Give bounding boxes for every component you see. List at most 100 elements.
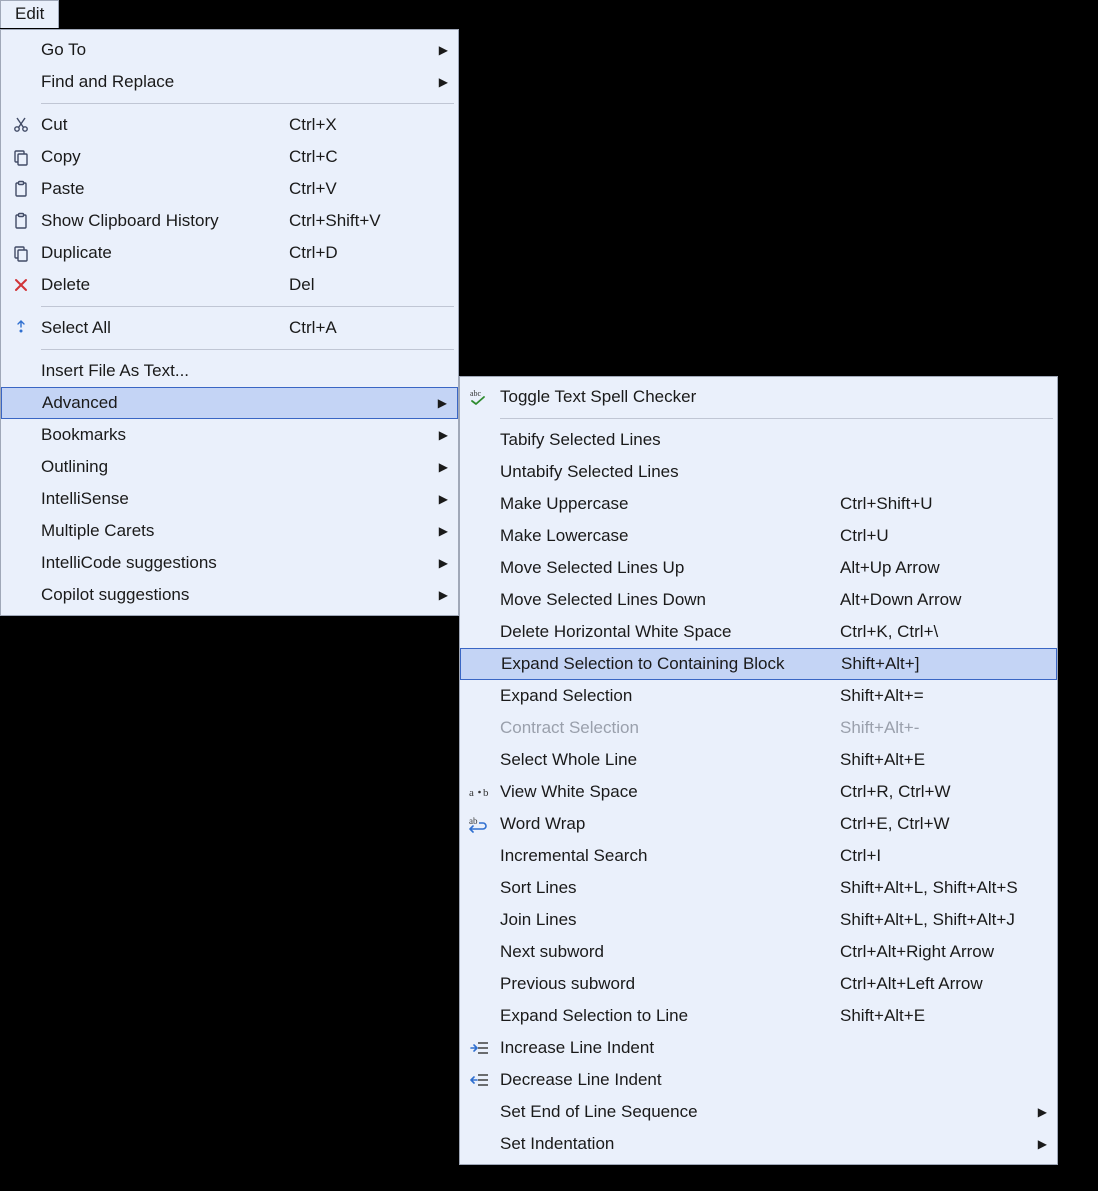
menu-item-label: Advanced [42,393,118,413]
menu-item-label: Expand Selection to Containing Block [501,654,785,674]
menu-item-shortcut: Del [289,275,315,295]
edit-menu-item-find-and-replace[interactable]: Find and Replace ▶ [1,66,458,98]
edit-menu-item-intellisense[interactable]: IntelliSense ▶ [1,483,458,515]
edit-menu-item-intellicode-suggestions[interactable]: IntelliCode suggestions▶ [1,547,458,579]
menu-item-label: Insert File As Text... [41,361,189,381]
advanced-menu-item-expand-selection-to-line[interactable]: Expand Selection to LineShift+Alt+E [460,1000,1057,1032]
menu-item-shortcut: Ctrl+V [289,179,337,199]
wordwrap-icon: ab [460,815,500,833]
clipboard-history-icon [1,212,41,230]
edit-menu-title-label: Edit [15,4,44,23]
menu-item-shortcut: Ctrl+E, Ctrl+W [840,814,950,834]
menu-item-shortcut: Ctrl+Alt+Left Arrow [840,974,983,994]
menu-item-shortcut: Ctrl+D [289,243,338,263]
menu-item-label: Select All [41,318,111,338]
advanced-menu-item-make-lowercase[interactable]: Make Lowercase Ctrl+U [460,520,1057,552]
chevron-right-icon: ▶ [439,460,448,474]
advanced-menu-item-decrease-line-indent[interactable]: Decrease Line Indent [460,1064,1057,1096]
menu-item-label: Go To [41,40,86,60]
advanced-menu-item-delete-horizontal-white-space[interactable]: Delete Horizontal White SpaceCtrl+K, Ctr… [460,616,1057,648]
advanced-menu-item-word-wrap[interactable]: abWord WrapCtrl+E, Ctrl+W [460,808,1057,840]
edit-menu-item-insert-file-as-text[interactable]: Insert File As Text... [1,355,458,387]
menu-item-shortcut: Ctrl+K, Ctrl+\ [840,622,938,642]
chevron-right-icon: ▶ [439,492,448,506]
advanced-menu-item-view-white-space[interactable]: abView White SpaceCtrl+R, Ctrl+W [460,776,1057,808]
menu-item-shortcut: Ctrl+Shift+U [840,494,933,514]
svg-text:a: a [469,787,474,799]
edit-menu-item-copilot-suggestions[interactable]: Copilot suggestions▶ [1,579,458,611]
advanced-menu-item-next-subword[interactable]: Next subwordCtrl+Alt+Right Arrow [460,936,1057,968]
menu-item-label: Make Lowercase [500,526,629,546]
menu-item-label: Cut [41,115,67,135]
advanced-menu-item-toggle-text-spell-checker[interactable]: abcToggle Text Spell Checker [460,381,1057,413]
edit-menu-separator [41,306,454,307]
advanced-menu-item-sort-lines[interactable]: Sort LinesShift+Alt+L, Shift+Alt+S [460,872,1057,904]
chevron-right-icon: ▶ [438,396,447,410]
menu-item-shortcut: Shift+Alt+E [840,1006,925,1026]
advanced-menu-item-move-selected-lines-up[interactable]: Move Selected Lines UpAlt+Up Arrow [460,552,1057,584]
menu-item-label: Join Lines [500,910,577,930]
edit-menu-item-multiple-carets[interactable]: Multiple Carets▶ [1,515,458,547]
chevron-right-icon: ▶ [1038,1105,1047,1119]
delete-icon [1,276,41,294]
advanced-menu-item-set-end-of-line-sequence[interactable]: Set End of Line Sequence ▶ [460,1096,1057,1128]
edit-menu-item-select-all[interactable]: Select All Ctrl+A [1,312,458,344]
edit-menu-item-copy[interactable]: CopyCtrl+C [1,141,458,173]
menu-item-shortcut: Shift+Alt+- [840,718,919,738]
edit-menu-title[interactable]: Edit [0,0,59,28]
menu-item-label: Outlining [41,457,108,477]
menu-item-shortcut: Ctrl+Shift+V [289,211,381,231]
edit-menu-item-cut[interactable]: CutCtrl+X [1,109,458,141]
menu-item-label: Decrease Line Indent [500,1070,662,1090]
edit-menu-item-go-to[interactable]: Go To▶ [1,34,458,66]
advanced-menu-item-incremental-search[interactable]: Incremental SearchCtrl+I [460,840,1057,872]
edit-menu-item-outlining[interactable]: Outlining ▶ [1,451,458,483]
menu-item-label: Increase Line Indent [500,1038,654,1058]
menu-item-label: Paste [41,179,84,199]
menu-item-label: Set End of Line Sequence [500,1102,698,1122]
edit-menu: Go To▶Find and Replace▶CutCtrl+XCopyCtrl… [0,29,459,616]
svg-text:b: b [483,787,489,799]
menu-item-label: View White Space [500,782,638,802]
menu-item-label: Set Indentation [500,1134,614,1154]
menu-item-label: Multiple Carets [41,521,154,541]
menu-item-label: IntelliCode suggestions [41,553,217,573]
menu-item-label: Find and Replace [41,72,174,92]
edit-menu-item-duplicate[interactable]: DuplicateCtrl+D [1,237,458,269]
advanced-menu-item-move-selected-lines-down[interactable]: Move Selected Lines DownAlt+Down Arrow [460,584,1057,616]
edit-menu-separator [41,349,454,350]
advanced-menu-item-expand-selection[interactable]: Expand SelectionShift+Alt+= [460,680,1057,712]
menu-item-shortcut: Ctrl+Alt+Right Arrow [840,942,994,962]
menu-item-label: Copilot suggestions [41,585,189,605]
advanced-menu-item-set-indentation[interactable]: Set Indentation▶ [460,1128,1057,1160]
advanced-menu-item-make-uppercase[interactable]: Make UppercaseCtrl+Shift+U [460,488,1057,520]
advanced-menu-item-select-whole-line[interactable]: Select Whole LineShift+Alt+E [460,744,1057,776]
menu-item-label: Bookmarks [41,425,126,445]
advanced-menu-item-contract-selection: Contract SelectionShift+Alt+- [460,712,1057,744]
menu-item-label: Tabify Selected Lines [500,430,661,450]
menu-item-label: Move Selected Lines Down [500,590,706,610]
advanced-submenu: abcToggle Text Spell Checker Tabify Selec… [459,376,1058,1165]
edit-menu-body: Go To▶Find and Replace▶CutCtrl+XCopyCtrl… [1,30,458,615]
menu-item-label: Select Whole Line [500,750,637,770]
advanced-menu-item-increase-line-indent[interactable]: Increase Line Indent [460,1032,1057,1064]
menu-item-shortcut: Ctrl+U [840,526,889,546]
menu-item-label: Move Selected Lines Up [500,558,684,578]
edit-menu-item-bookmarks[interactable]: Bookmarks▶ [1,419,458,451]
menu-item-shortcut: Ctrl+A [289,318,337,338]
edit-menu-item-show-clipboard-history[interactable]: Show Clipboard HistoryCtrl+Shift+V [1,205,458,237]
advanced-menu-item-join-lines[interactable]: Join LinesShift+Alt+L, Shift+Alt+J [460,904,1057,936]
copy-icon [1,148,41,166]
advanced-menu-body: abcToggle Text Spell Checker Tabify Selec… [460,377,1057,1164]
advanced-menu-item-tabify-selected-lines[interactable]: Tabify Selected Lines [460,424,1057,456]
edit-menu-item-delete[interactable]: DeleteDel [1,269,458,301]
menu-item-label: IntelliSense [41,489,129,509]
edit-menu-item-paste[interactable]: Paste Ctrl+V [1,173,458,205]
advanced-menu-item-untabify-selected-lines[interactable]: Untabify Selected Lines [460,456,1057,488]
menu-item-label: Incremental Search [500,846,647,866]
edit-menu-item-advanced[interactable]: Advanced ▶ [1,387,458,419]
advanced-menu-item-previous-subword[interactable]: Previous subwordCtrl+Alt+Left Arrow [460,968,1057,1000]
edit-menu-separator [41,103,454,104]
chevron-right-icon: ▶ [439,75,448,89]
advanced-menu-item-expand-selection-to-containing-block[interactable]: Expand Selection to Containing BlockShif… [460,648,1057,680]
